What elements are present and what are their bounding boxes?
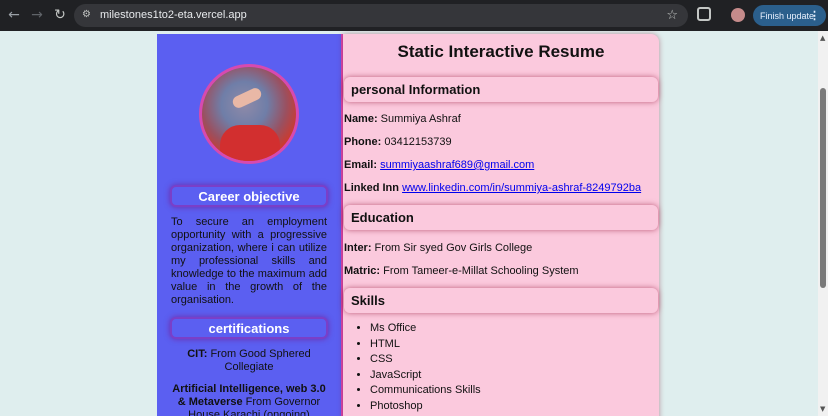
inter-label: Inter: <box>344 242 372 254</box>
education-heading[interactable]: Education <box>344 205 658 230</box>
skills-list: Ms Office HTML CSS JavaScript Communicat… <box>343 321 659 414</box>
list-item: Communications Skills <box>370 383 659 399</box>
resume-card: Career objective To secure an employment… <box>157 34 659 416</box>
skills-heading[interactable]: Skills <box>344 288 658 313</box>
forward-arrow-icon[interactable]: → <box>28 6 46 24</box>
profile-photo <box>199 64 299 164</box>
scroll-down-icon[interactable]: ▼ <box>820 405 825 413</box>
list-item: Photoshop <box>370 399 659 415</box>
phone-field: Phone: 03412153739 <box>343 136 659 149</box>
name-value: Summiya Ashraf <box>377 113 461 125</box>
list-item: JavaScript <box>370 368 659 384</box>
phone-label: Phone: <box>344 136 382 148</box>
career-objective-heading: Career objective <box>170 185 328 207</box>
back-arrow-icon[interactable]: ← <box>5 6 23 24</box>
inter-value: From Sir syed Gov Girls College <box>371 242 533 254</box>
address-bar[interactable]: ⚙ milestones1to2-eta.vercel.app ☆ <box>74 4 688 27</box>
page-scrollbar[interactable]: ▲ ▼ <box>818 31 828 416</box>
left-column: Career objective To secure an employment… <box>157 34 343 416</box>
reload-icon[interactable]: ↻ <box>51 6 69 24</box>
browser-toolbar: ← → ↻ ⚙ milestones1to2-eta.vercel.app ☆ … <box>0 0 828 31</box>
matric-field: Matric: From Tameer-e-Millat Schooling S… <box>343 265 659 278</box>
url-text[interactable]: milestones1to2-eta.vercel.app <box>100 9 247 21</box>
career-objective-text: To secure an employment opportunity with… <box>171 216 327 306</box>
email-field: Email: summiyaashraf689@gmail.com <box>343 159 659 172</box>
cert-item: CIT: From Good Sphered Collegiate <box>157 348 341 374</box>
list-item: CSS <box>370 352 659 368</box>
scroll-thumb[interactable] <box>820 88 826 288</box>
cert-item: Artificial Intelligence, web 3.0 & Metav… <box>157 383 341 416</box>
name-field: Name: Summiya Ashraf <box>343 113 659 126</box>
page-content: Career objective To secure an employment… <box>0 31 828 416</box>
finish-update-button[interactable]: Finish update ⋮ <box>753 5 826 26</box>
profile-avatar[interactable] <box>731 8 745 22</box>
scroll-up-icon[interactable]: ▲ <box>820 34 825 42</box>
matric-value: From Tameer-e-Millat Schooling System <box>380 265 579 277</box>
right-column: Static Interactive Resume personal Infor… <box>343 34 659 416</box>
cert-title: CIT: <box>187 348 208 360</box>
list-item: HTML <box>370 337 659 353</box>
personal-info-heading[interactable]: personal Information <box>344 77 658 102</box>
linkedin-link[interactable]: www.linkedin.com/in/summiya-ashraf-82497… <box>402 182 641 194</box>
page-title: Static Interactive Resume <box>397 42 605 61</box>
finish-update-label: Finish update <box>760 10 815 21</box>
linkedin-field: Linked Inn www.linkedin.com/in/summiya-a… <box>343 182 659 195</box>
list-item: Ms Office <box>370 321 659 337</box>
linkedin-label: Linked Inn <box>344 182 399 194</box>
email-label: Email: <box>344 159 378 171</box>
extensions-icon[interactable] <box>697 7 711 21</box>
inter-field: Inter: From Sir syed Gov Girls College <box>343 242 659 255</box>
more-menu-icon[interactable]: ⋮ <box>809 9 820 22</box>
phone-value: 03412153739 <box>381 136 452 148</box>
certifications-heading: certifications <box>170 317 328 339</box>
email-link[interactable]: summiyaashraf689@gmail.com <box>380 159 534 171</box>
name-label: Name: <box>344 113 378 125</box>
matric-label: Matric: <box>344 265 381 277</box>
bookmark-star-icon[interactable]: ☆ <box>666 8 678 23</box>
site-settings-icon[interactable]: ⚙ <box>82 9 94 21</box>
cert-source: From Good Sphered Collegiate <box>207 348 311 373</box>
